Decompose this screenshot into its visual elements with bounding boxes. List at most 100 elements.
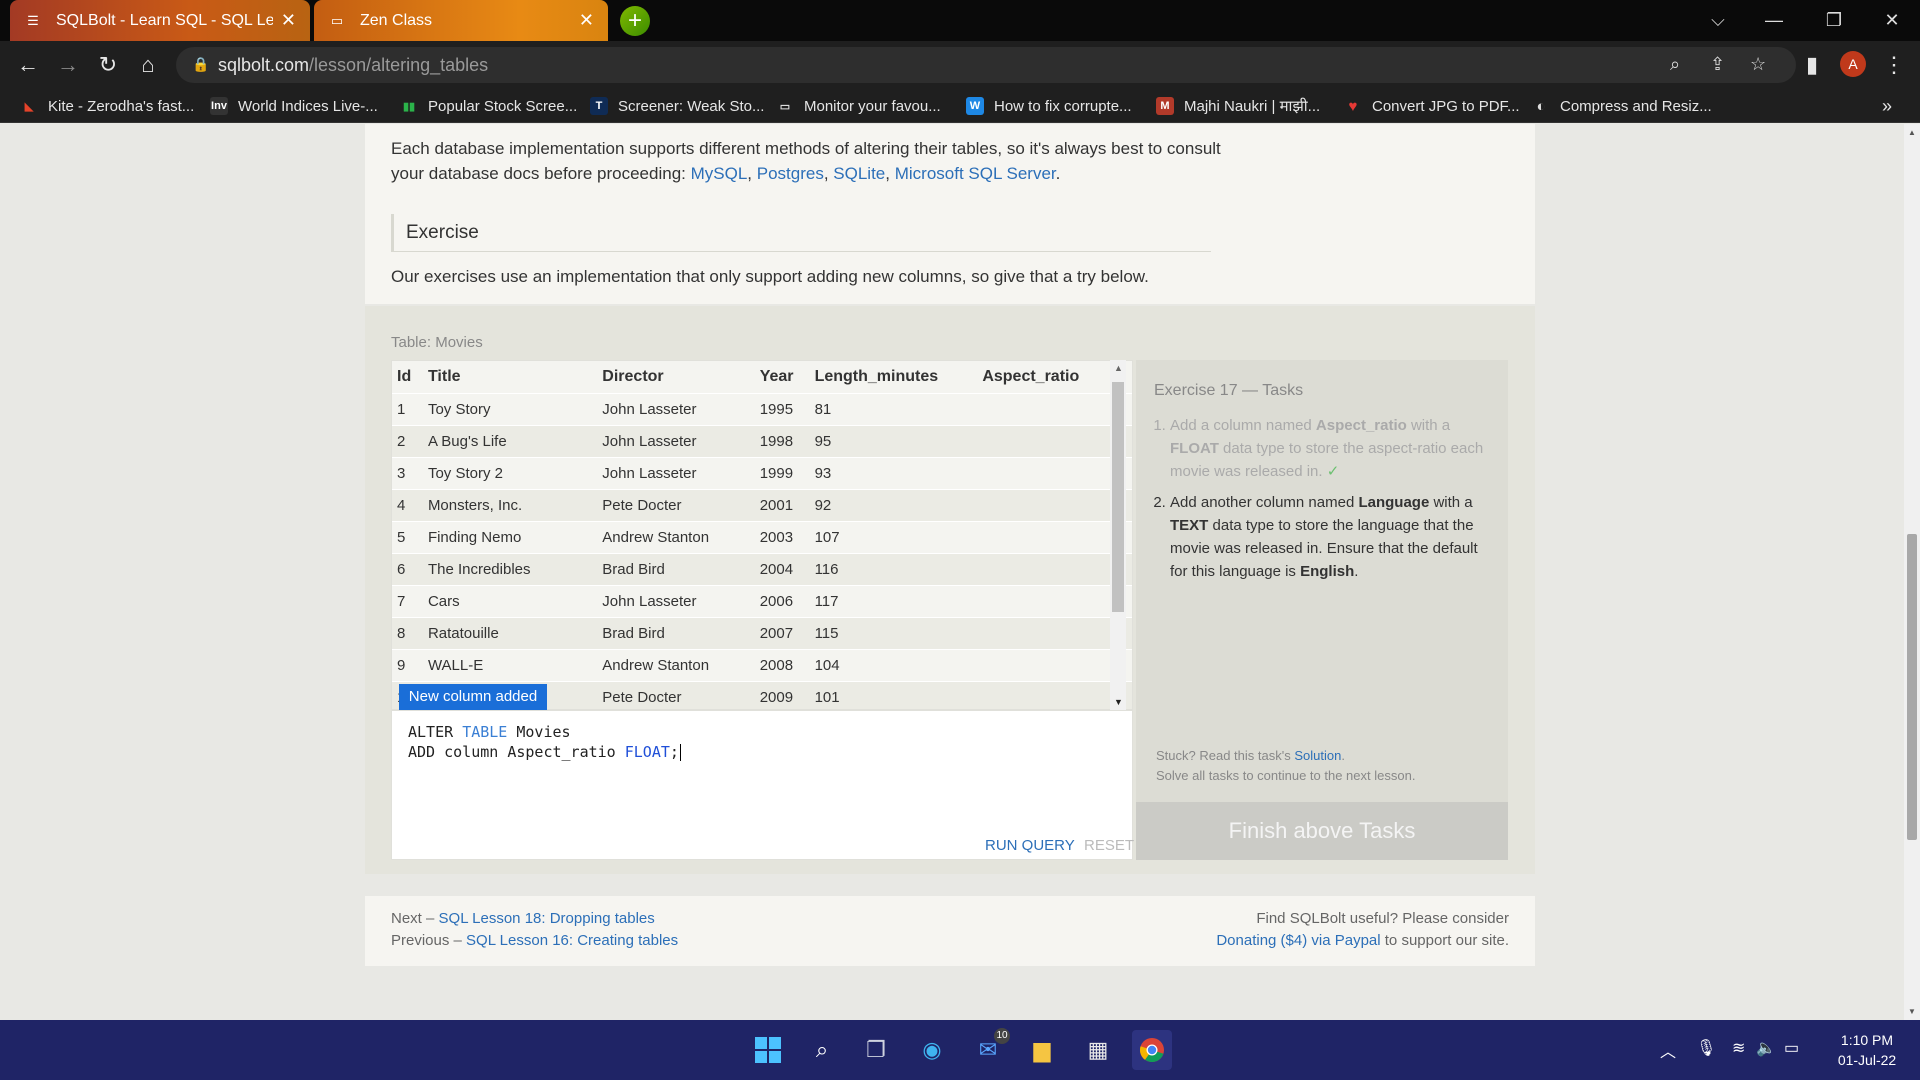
restore-button[interactable]: ❐ — [1806, 0, 1862, 41]
microphone-icon[interactable]: 🎙 — [1696, 1038, 1716, 1058]
file-explorer-icon[interactable]: ▆ — [1022, 1030, 1062, 1070]
bookmark-majhi-naukri[interactable]: M Majhi Naukri | माझी... — [1156, 95, 1320, 117]
table-cell: 8 — [392, 616, 423, 649]
url-text[interactable]: sqlbolt.com/lesson/altering_tables — [218, 55, 488, 76]
bookmark-jpg-to-pdf[interactable]: ♥ Convert JPG to PDF... — [1344, 95, 1520, 117]
page-scrollbar[interactable]: ▲ ▼ — [1904, 124, 1920, 1020]
reset-button[interactable]: RESET — [1084, 837, 1134, 854]
reload-icon[interactable]: ↻ — [92, 49, 124, 81]
bookmark-star-icon[interactable]: ☆ — [1750, 54, 1766, 75]
kite-icon: ◣ — [24, 100, 34, 113]
table-cell: 1998 — [754, 424, 810, 457]
battery-icon[interactable]: ▭ — [1784, 1038, 1799, 1058]
mail-icon[interactable]: ✉ 10 — [968, 1028, 1010, 1070]
tasks-panel: Exercise 17 — Tasks Add a column named A… — [1136, 360, 1508, 860]
scroll-up-arrow-icon[interactable]: ▲ — [1908, 128, 1916, 137]
table-row: 3 Toy Story 2 John Lasseter 1999 93 — [392, 456, 1132, 489]
tab-sqlbolt[interactable]: ☰ SQLBolt - Learn SQL - SQL Lesson ✕ — [10, 0, 310, 41]
browser-toolbar: ← → ↻ ⌂ 🔒 sqlbolt.com/lesson/altering_ta… — [0, 41, 1920, 89]
table-cell: Andrew Stanton — [597, 520, 755, 553]
table-cell: 6 — [392, 552, 423, 585]
new-tab-button[interactable]: + — [620, 6, 650, 36]
profile-avatar[interactable]: A — [1840, 51, 1866, 77]
table-cell: 81 — [809, 392, 978, 425]
bookmark-monitor[interactable]: ▭ Monitor your favou... — [776, 95, 941, 117]
task-item-2: Add another column named Language with a… — [1170, 491, 1496, 583]
close-tab-icon[interactable]: ✕ — [579, 10, 594, 31]
scroll-up-arrow-icon[interactable]: ▲ — [1114, 363, 1123, 373]
solution-link[interactable]: Solution — [1294, 748, 1341, 763]
chrome-icon[interactable] — [1132, 1030, 1172, 1070]
search-icon[interactable]: ⌕ — [802, 1030, 842, 1070]
lock-icon[interactable]: 🔒 — [192, 56, 209, 73]
table-cell: 3 — [392, 456, 423, 489]
bookmark-world-indices[interactable]: Inv World Indices Live-... — [210, 95, 378, 117]
results-scrollbar[interactable]: ▲ ▼ — [1110, 360, 1126, 710]
tab-zen-class[interactable]: ▭ Zen Class ✕ — [314, 0, 608, 41]
bookmarks-overflow-icon[interactable]: » — [1882, 95, 1892, 117]
menu-kebab-icon[interactable]: ⋮ — [1878, 49, 1910, 81]
bookmark-stock-screener[interactable]: ▮▮ Popular Stock Scree... — [400, 95, 577, 117]
link-sqlite[interactable]: SQLite — [833, 164, 885, 183]
share-icon[interactable]: ⇪ — [1710, 54, 1725, 75]
home-icon[interactable]: ⌂ — [132, 49, 164, 81]
bookmark-compress-resize[interactable]: ◐ Compress and Resiz... — [1532, 95, 1711, 117]
scroll-down-arrow-icon[interactable]: ▼ — [1908, 1007, 1916, 1016]
table-cell: Pete Docter — [597, 680, 755, 709]
exercise-heading-box: Exercise — [391, 214, 1211, 252]
browser-tab-bar: ☰ SQLBolt - Learn SQL - SQL Lesson ✕ ▭ Z… — [0, 0, 1920, 41]
zoom-icon[interactable]: ⌕ — [1670, 54, 1680, 75]
task-view-icon[interactable]: ❐ — [856, 1030, 896, 1070]
donate-line: Donating ($4) via Paypal to support our … — [1216, 932, 1509, 949]
table-cell — [977, 520, 1132, 553]
checkmark-icon: ✓ — [1326, 463, 1340, 480]
minimize-button[interactable]: — — [1746, 0, 1802, 41]
bookmark-screener-weak[interactable]: T Screener: Weak Sto... — [590, 95, 764, 117]
table-header-row: Id Title Director Year Length_minutes As… — [392, 361, 1132, 393]
column-header: Aspect_ratio — [977, 361, 1132, 393]
table-cell: The Incredibles — [422, 552, 598, 585]
table-cell: Toy Story — [422, 392, 598, 425]
next-lesson-link[interactable]: SQL Lesson 18: Dropping tables — [439, 910, 655, 927]
address-bar[interactable]: 🔒 sqlbolt.com/lesson/altering_tables ⌕ ⇪… — [176, 47, 1796, 83]
tab-search-icon[interactable]: ⌵ — [1690, 0, 1746, 41]
bookmark-kite[interactable]: ◣ Kite - Zerodha's fast... — [20, 95, 195, 117]
previous-lesson-link[interactable]: SQL Lesson 16: Creating tables — [466, 932, 678, 949]
lesson-intro: Each database implementation supports di… — [391, 139, 1221, 183]
wifi-icon[interactable]: ≋ — [1732, 1038, 1745, 1058]
edge-browser-icon[interactable]: ◉ — [912, 1030, 952, 1070]
tradingview-icon: T — [590, 97, 608, 115]
previous-lesson: Previous – SQL Lesson 16: Creating table… — [391, 932, 679, 949]
back-arrow-icon[interactable]: ← — [12, 49, 44, 81]
table-cell: 2009 — [754, 680, 810, 709]
volume-icon[interactable]: 🔈 — [1756, 1038, 1776, 1058]
finish-tasks-button[interactable]: Finish above Tasks — [1136, 802, 1508, 860]
store-icon[interactable]: ▦ — [1078, 1030, 1118, 1070]
table-cell: 93 — [809, 456, 978, 489]
exercise-description: Our exercises use an implementation that… — [391, 267, 1149, 286]
forward-arrow-icon[interactable]: → — [52, 49, 84, 81]
page-scrollbar-thumb[interactable] — [1907, 534, 1917, 840]
sql-editor[interactable]: ALTER TABLE Movies ADD column Aspect_rat… — [391, 710, 1134, 860]
lesson-section: Each database implementation supports di… — [365, 124, 1535, 304]
donate-link[interactable]: Donating ($4) via Paypal — [1216, 932, 1380, 949]
link-mysql[interactable]: MySQL — [691, 164, 748, 183]
windows-start-icon[interactable] — [748, 1030, 788, 1070]
close-tab-icon[interactable]: ✕ — [281, 10, 296, 31]
link-postgres[interactable]: Postgres — [757, 164, 824, 183]
link-mssql[interactable]: Microsoft SQL Server — [895, 164, 1056, 183]
close-window-button[interactable]: ✕ — [1864, 0, 1920, 41]
table-cell: Ratatouille — [422, 616, 598, 649]
side-panel-icon[interactable]: ▮ — [1796, 49, 1828, 81]
mail-badge: 10 — [994, 1028, 1010, 1044]
tray-chevron-icon[interactable]: ︿ — [1660, 1038, 1676, 1062]
bookmark-fix-corrupted[interactable]: W How to fix corrupte... — [966, 95, 1132, 117]
scroll-down-arrow-icon[interactable]: ▼ — [1114, 697, 1123, 707]
tab-title: SQLBolt - Learn SQL - SQL Lesson — [56, 11, 273, 29]
table-row: 5 Finding Nemo Andrew Stanton 2003 107 — [392, 520, 1132, 553]
taskbar-clock[interactable]: 1:10 PM 01-Jul-22 — [1834, 1030, 1900, 1070]
run-query-button[interactable]: RUN QUERY — [985, 837, 1075, 854]
results-table-container[interactable]: Id Title Director Year Length_minutes As… — [391, 360, 1133, 710]
table-body: 1 Toy Story John Lasseter 1995 81 2 A Bug's Li… — [392, 392, 1132, 709]
scrollbar-thumb[interactable] — [1112, 382, 1124, 612]
